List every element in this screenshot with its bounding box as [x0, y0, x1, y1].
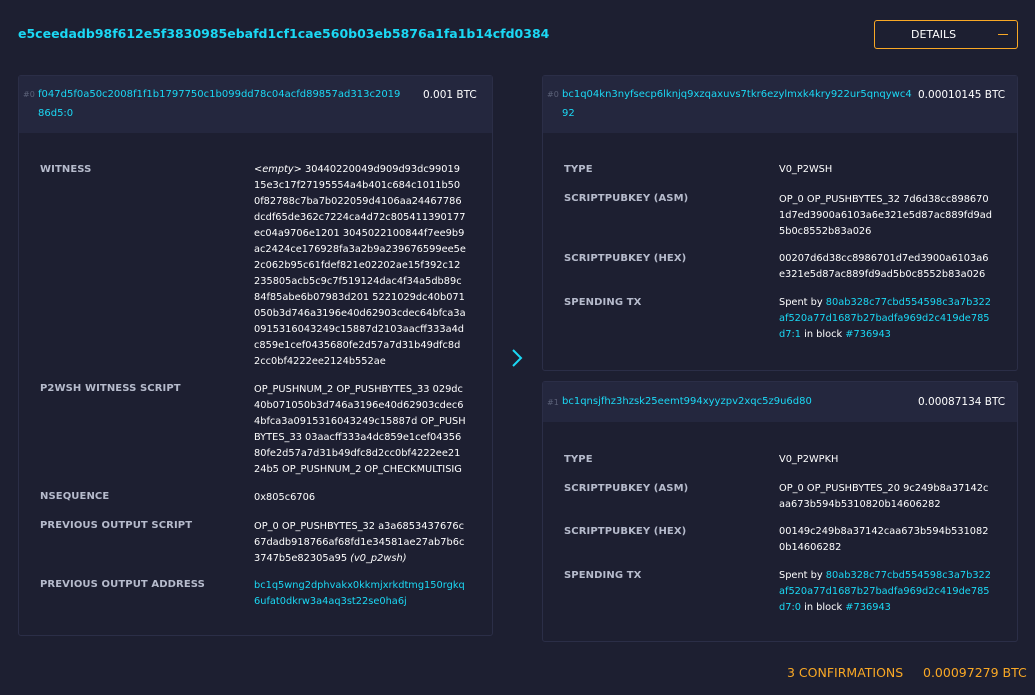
output-1-in-block: in block	[804, 602, 843, 613]
input-prev-txid-line2: 86d5:0	[38, 108, 74, 119]
output-panel-0: #0 bc1q04kn3nyfsecp6lknjq9xzqaxuvs7tkr6e…	[542, 75, 1018, 371]
output-0-address-link[interactable]: bc1q04kn3nyfsecp6lknjq9xzqaxuvs7tkr6ezyl…	[562, 85, 912, 123]
confirmations-badge: 3 CONFIRMATIONS	[787, 665, 904, 680]
output-0-spending-value: Spent by 80ab328c77cbd554598c3a7b322af52…	[779, 295, 995, 343]
output-0-header: #0 bc1q04kn3nyfsecp6lknjq9xzqaxuvs7tkr6e…	[543, 76, 1017, 133]
nsequence-value: 0x805c6706	[254, 492, 316, 503]
output-1-index: #1	[547, 398, 559, 407]
prev-output-address-label: PREVIOUS OUTPUT ADDRESS	[40, 579, 205, 590]
minus-icon	[998, 33, 1009, 36]
output-0-index: #0	[547, 90, 559, 99]
output-1-type-label: TYPE	[564, 454, 593, 465]
output-1-block-link[interactable]: #736943	[845, 602, 891, 613]
output-0-hex-value: 00207d6d38cc8986701d7ed3900a6103a6e321e5…	[779, 253, 989, 280]
chevron-right-icon	[512, 349, 523, 367]
output-1-spending-value: Spent by 80ab328c77cbd554598c3a7b322af52…	[779, 568, 995, 616]
output-1-address-link[interactable]: bc1qnsjfhz3hzsk25eemt994xyyzpv2xqc5z9u6d…	[562, 392, 907, 411]
output-0-amount: 0.00010145 BTC	[918, 89, 1006, 101]
output-1-amount: 0.00087134 BTC	[918, 396, 1006, 408]
transaction-id-link[interactable]: e5ceedadb98f612e5f3830985ebafd1cf1cae560…	[18, 26, 549, 41]
witness-script-label: P2WSH WITNESS SCRIPT	[40, 383, 181, 394]
output-1-hex-value: 00149c249b8a37142caa673b594b5310820b1460…	[779, 526, 989, 553]
prev-output-script-type: (v0_p2wsh)	[350, 553, 407, 564]
witness-value: <empty> 30440220049d909d93dc9901915e3c17…	[254, 162, 466, 370]
output-panel-1: #1 bc1qnsjfhz3hzsk25eemt994xyyzpv2xqc5z9…	[542, 381, 1018, 642]
prev-output-script-value: OP_0 OP_PUSHBYTES_32 a3a6853437676c67dad…	[254, 519, 466, 567]
output-0-spending-label: SPENDING TX	[564, 297, 642, 308]
input-prev-txid-line1: f047d5f0a50c2008f1f1b1797750c1b099dd78c0…	[38, 89, 401, 100]
output-1-spent-by: Spent by	[779, 570, 823, 581]
output-0-address-line1: bc1q04kn3nyfsecp6lknjq9xzqaxuvs7tkr6ezyl…	[562, 89, 912, 100]
witness-script-value: OP_PUSHNUM_2 OP_PUSHBYTES_33 029dc40b071…	[254, 384, 466, 475]
output-0-spent-by: Spent by	[779, 297, 823, 308]
output-1-asm-value: OP_0 OP_PUSHBYTES_20 9c249b8a37142caa673…	[779, 483, 989, 510]
input-amount: 0.001 BTC	[423, 89, 477, 101]
output-0-address-line2: 92	[562, 108, 575, 119]
input-panel: #0 f047d5f0a50c2008f1f1b1797750c1b099dd7…	[18, 75, 493, 636]
output-0-block-link[interactable]: #736943	[845, 329, 891, 340]
output-1-header: #1 bc1qnsjfhz3hzsk25eemt994xyyzpv2xqc5z9…	[543, 382, 1017, 422]
prev-output-address-link[interactable]: bc1q5wng2dphvakx0kkmjxrkdtmg150rgkq6ufat…	[254, 578, 466, 610]
output-1-spending-label: SPENDING TX	[564, 570, 642, 581]
output-1-type-value: V0_P2WPKH	[779, 454, 839, 465]
witness-empty-tag: <empty>	[254, 164, 302, 175]
output-1-hex-label: SCRIPTPUBKEY (HEX)	[564, 526, 687, 537]
output-0-type-label: TYPE	[564, 164, 593, 175]
input-index: #0	[23, 90, 35, 99]
total-amount: 0.00097279 BTC	[923, 665, 1027, 680]
output-0-hex-label: SCRIPTPUBKEY (HEX)	[564, 253, 687, 264]
witness-label: WITNESS	[40, 164, 92, 175]
output-0-asm-value: OP_0 OP_PUSHBYTES_32 7d6d38cc8986701d7ed…	[779, 194, 992, 237]
output-0-type-value: V0_P2WSH	[779, 164, 833, 175]
input-prev-txid-link[interactable]: f047d5f0a50c2008f1f1b1797750c1b099dd78c0…	[38, 85, 401, 123]
output-0-in-block: in block	[804, 329, 843, 340]
output-0-asm-label: SCRIPTPUBKEY (ASM)	[564, 193, 689, 204]
output-1-asm-label: SCRIPTPUBKEY (ASM)	[564, 483, 689, 494]
prev-output-script-label: PREVIOUS OUTPUT SCRIPT	[40, 520, 193, 531]
details-label: DETAILS	[911, 28, 957, 41]
witness-data: 30440220049d909d93dc9901915e3c17f2719555…	[254, 164, 466, 367]
details-toggle-button[interactable]: DETAILS	[874, 20, 1018, 49]
input-header: #0 f047d5f0a50c2008f1f1b1797750c1b099dd7…	[19, 76, 492, 133]
nsequence-label: NSEQUENCE	[40, 491, 110, 502]
